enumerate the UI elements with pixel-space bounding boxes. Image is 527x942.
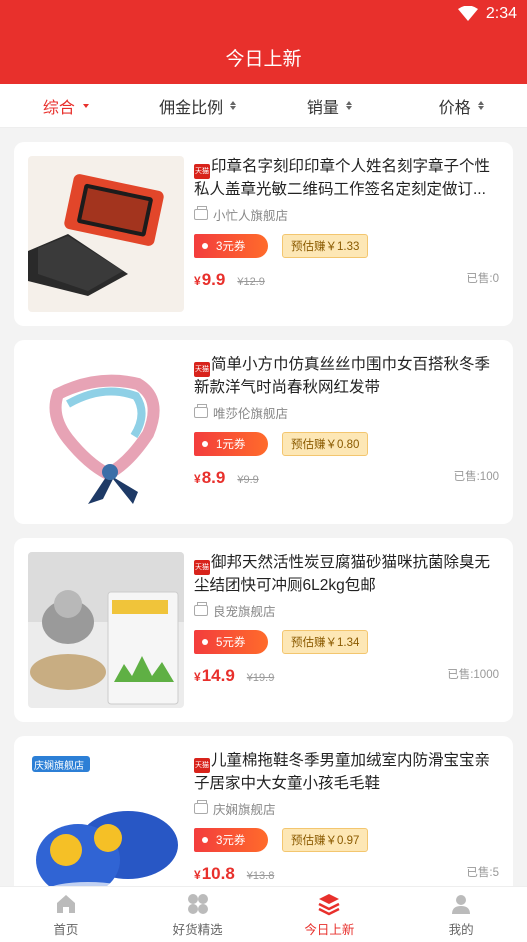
home-icon <box>56 894 75 913</box>
commission-badge: 预估赚￥1.33 <box>282 234 369 258</box>
sold-count: 已售:5 <box>466 867 499 879</box>
coupon-badge[interactable]: 3元券 <box>194 828 268 852</box>
product-image-scarf <box>28 354 184 510</box>
tab-label: 今日上新 <box>304 922 355 937</box>
tmall-badge-icon: 天猫 <box>194 560 210 575</box>
shop-name: 唯莎伦旗舰店 <box>194 403 499 422</box>
product-card[interactable]: 庆娴旗舰店 天猫 儿童棉拖鞋冬季男童加绒室内防滑宝宝亲子居家中大女童小孩毛毛鞋 庆… <box>14 736 513 886</box>
commission-badge: 预估赚￥0.97 <box>282 828 369 852</box>
sort-arrows-icon <box>477 101 484 110</box>
sold-count: 已售:1000 <box>447 669 499 681</box>
original-price: ¥13.8 <box>246 870 275 882</box>
sort-label: 销量 <box>306 99 339 117</box>
sort-label: 佣金比例 <box>159 99 224 117</box>
shop-name: 庆娴旗舰店 <box>194 799 499 818</box>
user-icon <box>452 894 471 914</box>
sort-label: 综合 <box>42 99 75 117</box>
sort-sales[interactable]: 销量 <box>264 84 396 127</box>
product-title: 天猫 御邦天然活性炭豆腐猫砂猫咪抗菌除臭无尘结团快可冲厕6L2kg包邮 <box>194 554 491 594</box>
sold-count: 已售:100 <box>453 471 499 483</box>
bottom-tab-bar: 首页 好货精选 今日上新 我的 <box>0 886 527 942</box>
shop-icon <box>194 206 208 220</box>
shop-icon <box>194 602 208 616</box>
shop-icon <box>194 404 208 418</box>
coupon-badge[interactable]: 3元券 <box>194 234 268 258</box>
tmall-badge-icon: 天猫 <box>194 362 210 377</box>
status-time: 2:34 <box>485 5 517 22</box>
status-bar: 2:34 <box>0 0 527 30</box>
price: ¥8.9 <box>194 468 226 487</box>
sort-comprehensive[interactable]: 综合 <box>0 84 132 127</box>
product-image-cat-litter <box>28 552 184 708</box>
original-price: ¥19.9 <box>246 672 275 684</box>
product-list: 天猫 印章名字刻印印章个人姓名刻字章子个性私人盖章光敏二维码工作签名定刻定做订..… <box>0 128 527 886</box>
wifi-icon <box>457 6 478 21</box>
image-overlay-label: 庆娴旗舰店 <box>34 761 84 772</box>
tab-label: 首页 <box>53 922 79 937</box>
tmall-badge-icon: 天猫 <box>194 164 210 179</box>
price: ¥10.8 <box>194 864 235 883</box>
product-card[interactable]: 天猫 简单小方巾仿真丝丝巾围巾女百搭秋冬季新款洋气时尚春秋网红发带 唯莎伦旗舰店 … <box>14 340 513 524</box>
shop-icon <box>194 800 208 814</box>
commission-badge: 预估赚￥1.34 <box>282 630 369 654</box>
product-image-stamp <box>28 156 184 312</box>
tab-label: 好货精选 <box>172 922 223 937</box>
sort-arrows-icon <box>230 101 237 110</box>
tmall-badge-icon: 天猫 <box>194 758 210 773</box>
shop-name: 良宠旗舰店 <box>194 601 499 620</box>
tab-featured[interactable]: 好货精选 <box>132 887 264 942</box>
sort-arrows-icon <box>345 101 352 110</box>
original-price: ¥12.9 <box>237 276 265 288</box>
tab-label: 我的 <box>448 922 474 937</box>
sort-commission[interactable]: 佣金比例 <box>132 84 264 127</box>
caret-down-icon <box>82 103 89 108</box>
shop-name: 小忙人旗舰店 <box>194 205 499 224</box>
layers-icon <box>318 893 340 915</box>
sort-bar: 综合 佣金比例 销量 价格 <box>0 84 527 128</box>
tab-home[interactable]: 首页 <box>0 887 132 942</box>
product-title: 天猫 儿童棉拖鞋冬季男童加绒室内防滑宝宝亲子居家中大女童小孩毛毛鞋 <box>194 752 491 792</box>
sold-count: 已售:0 <box>466 273 499 285</box>
tab-mine[interactable]: 我的 <box>395 887 527 942</box>
product-image-slippers: 庆娴旗舰店 <box>28 750 184 886</box>
product-card[interactable]: 天猫 印章名字刻印印章个人姓名刻字章子个性私人盖章光敏二维码工作签名定刻定做订..… <box>14 142 513 326</box>
sort-price[interactable]: 价格 <box>395 84 527 127</box>
coupon-badge[interactable]: 1元券 <box>194 432 268 456</box>
coupon-badge[interactable]: 5元券 <box>194 630 268 654</box>
grid-icon <box>187 893 208 914</box>
product-title: 天猫 印章名字刻印印章个人姓名刻字章子个性私人盖章光敏二维码工作签名定刻定做订..… <box>194 158 491 198</box>
sort-label: 价格 <box>438 99 471 117</box>
tab-new-today[interactable]: 今日上新 <box>264 887 396 942</box>
product-card[interactable]: 天猫 御邦天然活性炭豆腐猫砂猫咪抗菌除臭无尘结团快可冲厕6L2kg包邮 良宠旗舰店… <box>14 538 513 722</box>
price: ¥14.9 <box>194 666 235 685</box>
original-price: ¥9.9 <box>237 474 259 486</box>
page-title: 今日上新 <box>225 48 302 70</box>
page-header: 今日上新 <box>0 30 527 84</box>
commission-badge: 预估赚￥0.80 <box>282 432 369 456</box>
price: ¥9.9 <box>194 270 226 289</box>
product-title: 天猫 简单小方巾仿真丝丝巾围巾女百搭秋冬季新款洋气时尚春秋网红发带 <box>194 356 491 396</box>
